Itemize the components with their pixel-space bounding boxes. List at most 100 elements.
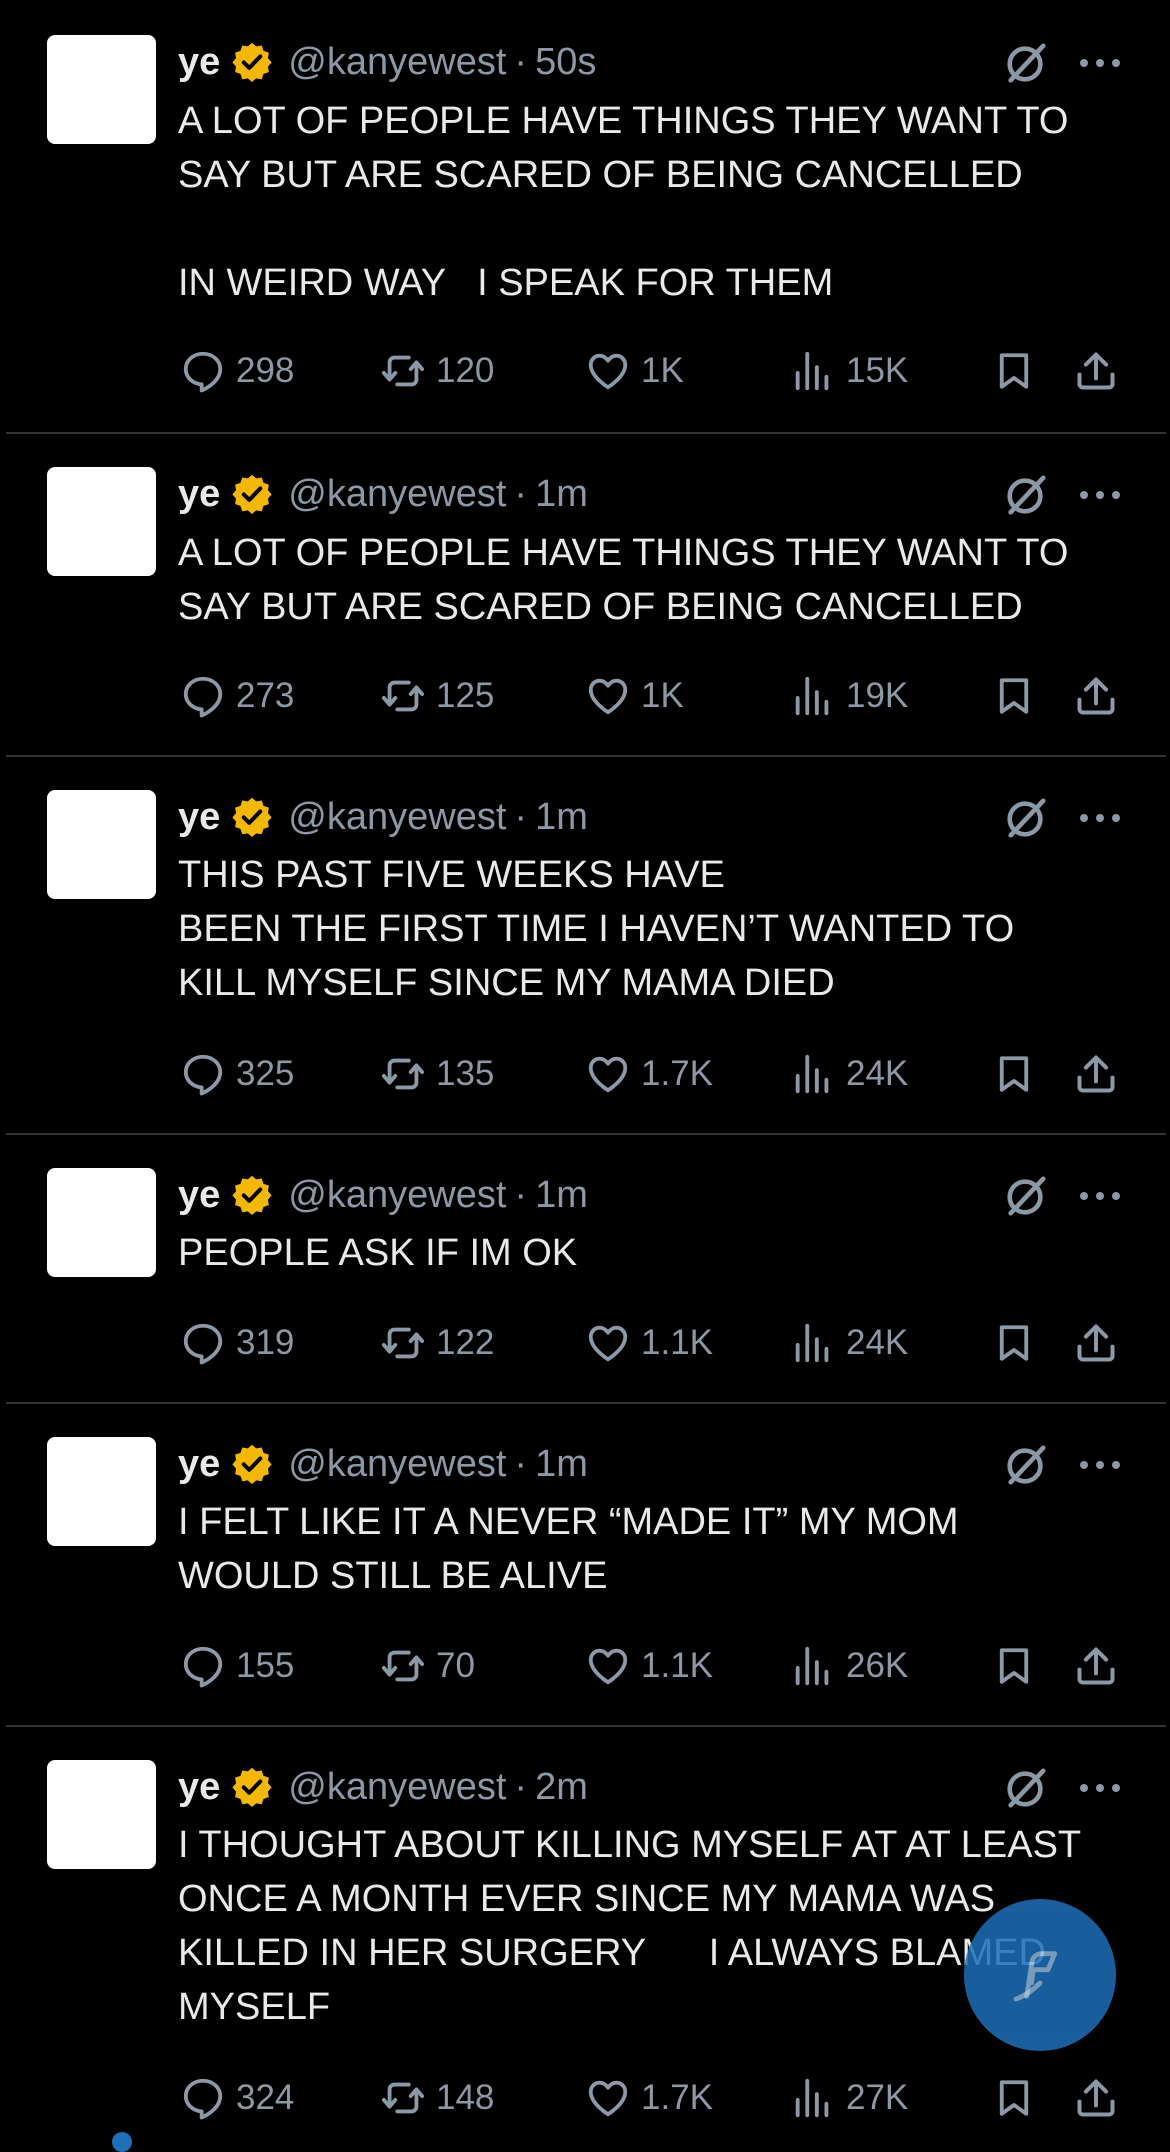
user-handle[interactable]: @kanyewest [288,473,506,516]
share-button[interactable] [1074,343,1118,399]
more-dots-icon [1078,57,1122,69]
tweet-header: ye @kanyewest · 1m [178,468,588,520]
share-icon [1074,348,1118,394]
timestamp[interactable]: 1m [535,473,588,516]
separator: · [514,472,528,515]
like-button[interactable]: 1.7K [585,2070,713,2126]
bookmark-button[interactable] [993,1638,1035,1694]
display-name[interactable]: ye [178,1766,220,1809]
share-button[interactable] [1074,2070,1118,2126]
views-icon [790,348,836,394]
share-button[interactable] [1074,668,1118,724]
reposts-count: 122 [436,1323,495,1362]
user-handle[interactable]: @kanyewest [288,1174,506,1217]
like-button[interactable]: 1.1K [585,1315,713,1371]
tweet-actions: 324 148 1.7K 27K [0,2070,1170,2126]
repost-button[interactable]: 135 [380,1046,494,1102]
replies-count: 325 [236,1054,295,1093]
more-options-button[interactable] [1078,1189,1122,1201]
grok-button[interactable] [1003,1442,1049,1488]
repost-button[interactable]: 70 [380,1638,475,1694]
avatar[interactable] [47,35,156,144]
more-options-button[interactable] [1078,1781,1122,1793]
display-name[interactable]: ye [178,1174,220,1217]
avatar[interactable] [47,1760,156,1869]
reply-button[interactable]: 325 [180,1046,294,1102]
user-handle[interactable]: @kanyewest [288,796,506,839]
grok-button[interactable] [1003,472,1049,518]
share-button[interactable] [1074,1046,1118,1102]
reply-button[interactable]: 298 [180,343,294,399]
grok-button[interactable] [1003,1765,1049,1811]
more-options-button[interactable] [1078,488,1122,500]
bookmark-button[interactable] [993,668,1035,724]
user-handle[interactable]: @kanyewest [288,1766,506,1809]
reply-icon [180,2075,226,2121]
user-handle[interactable]: @kanyewest [288,1443,506,1486]
views-button[interactable]: 27K [790,2070,908,2126]
like-button[interactable]: 1K [585,668,684,724]
repost-button[interactable]: 122 [380,1315,494,1371]
more-options-button[interactable] [1078,811,1122,823]
bookmark-icon [993,348,1035,394]
verified-badge-icon [230,1173,274,1217]
share-button[interactable] [1074,1638,1118,1694]
likes-count: 1K [641,676,684,715]
like-button[interactable]: 1K [585,343,684,399]
timestamp[interactable]: 1m [535,1443,588,1486]
share-icon [1074,1320,1118,1366]
reply-button[interactable]: 155 [180,1638,294,1694]
reply-icon [180,1320,226,1366]
avatar[interactable] [47,1168,156,1277]
bookmark-button[interactable] [993,2070,1035,2126]
bookmark-button[interactable] [993,1315,1035,1371]
timestamp[interactable]: 1m [535,796,588,839]
bookmark-icon [993,673,1035,719]
views-button[interactable]: 15K [790,343,908,399]
views-button[interactable]: 19K [790,668,908,724]
views-count: 26K [846,1646,909,1685]
views-button[interactable]: 24K [790,1046,908,1102]
reply-button[interactable]: 319 [180,1315,294,1371]
timestamp[interactable]: 2m [535,1766,588,1809]
like-button[interactable]: 1.1K [585,1638,713,1694]
like-button[interactable]: 1.7K [585,1046,713,1102]
repost-icon [380,1051,426,1097]
bookmark-button[interactable] [993,1046,1035,1102]
reposts-count: 70 [436,1646,475,1685]
replies-count: 273 [236,676,295,715]
bookmark-icon [993,1320,1035,1366]
grok-button[interactable] [1003,1173,1049,1219]
more-options-button[interactable] [1078,1458,1122,1470]
avatar[interactable] [47,467,156,576]
display-name[interactable]: ye [178,1443,220,1486]
compose-button[interactable] [964,1899,1116,2051]
repost-icon [380,673,426,719]
verified-badge-icon [230,472,274,516]
views-button[interactable]: 26K [790,1638,908,1694]
timestamp[interactable]: 50s [535,41,596,84]
reply-button[interactable]: 273 [180,668,294,724]
tweet-divider [6,1133,1166,1135]
grok-button[interactable] [1003,40,1049,86]
reply-button[interactable]: 324 [180,2070,294,2126]
views-button[interactable]: 24K [790,1315,908,1371]
grok-icon [1003,472,1049,518]
repost-button[interactable]: 120 [380,343,494,399]
share-button[interactable] [1074,1315,1118,1371]
repost-button[interactable]: 125 [380,668,494,724]
grok-button[interactable] [1003,795,1049,841]
heart-icon [585,673,631,719]
display-name[interactable]: ye [178,41,220,84]
timestamp[interactable]: 1m [535,1174,588,1217]
views-icon [790,1320,836,1366]
bookmark-button[interactable] [993,343,1035,399]
tweet-text: THIS PAST FIVE WEEKS HAVE BEEN THE FIRST… [178,854,1015,1004]
repost-button[interactable]: 148 [380,2070,494,2126]
display-name[interactable]: ye [178,796,220,839]
more-options-button[interactable] [1078,56,1122,68]
display-name[interactable]: ye [178,473,220,516]
user-handle[interactable]: @kanyewest [288,41,506,84]
avatar[interactable] [47,1437,156,1546]
avatar[interactable] [47,790,156,899]
